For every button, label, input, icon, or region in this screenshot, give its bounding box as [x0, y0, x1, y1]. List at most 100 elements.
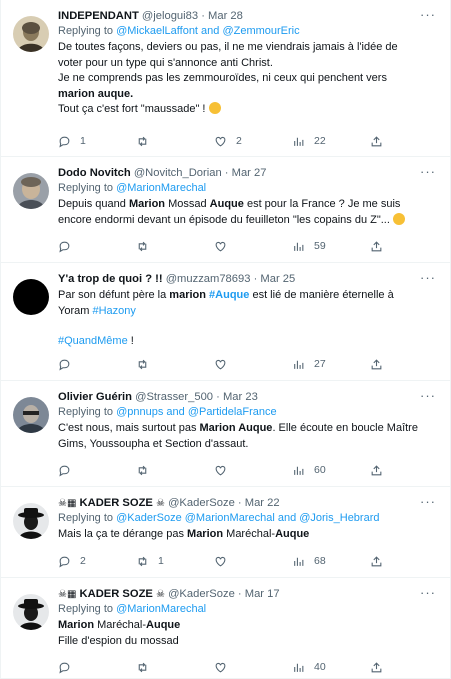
like-button[interactable]	[214, 356, 236, 372]
tweet-date[interactable]: Mar 25	[260, 273, 295, 285]
reply-link[interactable]: @KaderSoze @MarionMarechal and @Joris_He…	[116, 512, 379, 524]
text-highlight: Marion Auque	[199, 422, 273, 434]
author-name[interactable]: Y'a trop de quoi ? !!	[58, 273, 163, 285]
hashtag-link[interactable]: #Auque	[209, 289, 249, 301]
tweet[interactable]: ☠▦ KADER SOZE ☠ @KaderSoze · Mar 17 Repl…	[1, 578, 450, 679]
reply-button[interactable]	[58, 462, 80, 478]
author-handle[interactable]: @Strasser_500	[135, 391, 213, 403]
share-button[interactable]	[370, 553, 383, 569]
more-icon[interactable]: ···	[420, 8, 436, 21]
reply-icon	[59, 465, 70, 476]
share-button[interactable]	[370, 462, 383, 478]
author-handle[interactable]: @muzzam78693	[166, 273, 251, 285]
text-part: . Elle écoute en boucle Maître	[272, 422, 418, 434]
hashtag-link[interactable]: #Hazony	[92, 305, 135, 317]
reply-link[interactable]: @MarionMarechal	[116, 603, 206, 615]
more-icon[interactable]: ···	[420, 271, 436, 284]
author-handle[interactable]: @Novitch_Dorian	[134, 167, 222, 179]
action-bar: 2 1 68	[58, 553, 438, 569]
retweet-button[interactable]	[136, 356, 158, 372]
tweet-date[interactable]: Mar 27	[232, 167, 267, 179]
reply-link[interactable]: @MickaelLaffont and @ZemmourEric	[116, 25, 300, 37]
avatar[interactable]	[13, 16, 49, 52]
author-handle[interactable]: @KaderSoze	[168, 497, 235, 509]
author-handle[interactable]: @KaderSoze	[168, 588, 235, 600]
author-handle[interactable]: @jelogui83	[142, 10, 198, 22]
share-icon	[371, 358, 382, 369]
share-button[interactable]	[370, 356, 383, 372]
retweet-button[interactable]: 1	[136, 553, 164, 569]
views-count: 59	[314, 240, 326, 252]
reply-button[interactable]: 1	[58, 133, 86, 149]
text-part: est pour la France ? Je me suis	[243, 198, 401, 210]
tweet-date[interactable]: Mar 22	[245, 497, 280, 509]
like-button[interactable]	[214, 238, 236, 254]
text-line: C'est nous, mais surtout pas Marion Auqu…	[58, 421, 438, 437]
reply-link[interactable]: @pnnups and @PartidelaFrance	[116, 406, 277, 418]
like-button[interactable]: 2	[214, 133, 242, 149]
share-button[interactable]	[370, 238, 383, 254]
views-button[interactable]: 60	[292, 462, 326, 478]
avatar[interactable]	[13, 279, 49, 315]
text-line: Gims, Youssoupha et Section d'assaut.	[58, 437, 249, 450]
share-button[interactable]	[370, 133, 383, 149]
retweet-button[interactable]	[136, 238, 158, 254]
avatar[interactable]	[13, 173, 49, 209]
tweet[interactable]: Olivier Guérin @Strasser_500 · Mar 23 Re…	[1, 381, 450, 487]
like-button[interactable]	[214, 659, 236, 675]
author-name[interactable]: INDEPENDANT	[58, 10, 139, 22]
reply-button[interactable]	[58, 238, 80, 254]
share-icon	[371, 464, 382, 475]
text-line: Yoram #Hazony	[58, 304, 438, 320]
like-button[interactable]	[214, 553, 236, 569]
text-line-part: Tout ça c'est fort "maussade" !	[58, 103, 206, 115]
views-button[interactable]: 68	[292, 553, 326, 569]
views-button[interactable]: 27	[292, 356, 326, 372]
more-icon[interactable]: ···	[420, 165, 436, 178]
share-icon	[371, 135, 382, 146]
text-part: encore endormi devant un épisode du feui…	[58, 213, 390, 226]
tweet[interactable]: ☠▦ KADER SOZE ☠ @KaderSoze · Mar 22 Repl…	[1, 487, 450, 578]
heart-icon	[215, 465, 226, 475]
more-icon[interactable]: ···	[420, 495, 436, 508]
author-name[interactable]: Dodo Novitch	[58, 167, 131, 179]
more-icon[interactable]: ···	[420, 586, 436, 599]
views-button[interactable]: 40	[292, 659, 326, 675]
hashtag-link[interactable]: #QuandMême	[58, 335, 128, 347]
views-icon	[294, 137, 304, 146]
reply-button[interactable]	[58, 659, 80, 675]
like-count: 2	[236, 135, 242, 147]
tweet[interactable]: Dodo Novitch @Novitch_Dorian · Mar 27 Re…	[1, 157, 450, 263]
author-name[interactable]: KADER SOZE	[80, 588, 153, 600]
text-line: Tout ça c'est fort "maussade" !	[58, 102, 438, 118]
tweet-text: De toutes façons, deviers ou pas, il ne …	[58, 40, 438, 118]
tweet-date[interactable]: Mar 23	[223, 391, 258, 403]
tweet-date[interactable]: Mar 28	[208, 10, 243, 22]
like-button[interactable]	[214, 462, 236, 478]
reply-prefix: Replying to	[58, 25, 117, 37]
tweet[interactable]: INDEPENDANT @jelogui83 · Mar 28 Replying…	[1, 0, 450, 157]
retweet-button[interactable]	[136, 462, 158, 478]
retweet-icon	[138, 136, 147, 146]
author-name[interactable]: Olivier Guérin	[58, 391, 132, 403]
reply-button[interactable]: 2	[58, 553, 86, 569]
views-icon	[294, 466, 304, 475]
retweet-icon	[138, 241, 147, 251]
views-button[interactable]: 59	[292, 238, 326, 254]
reply-link[interactable]: @MarionMarechal	[116, 182, 206, 194]
tweet-date[interactable]: Mar 17	[245, 588, 280, 600]
separator: ·	[201, 10, 205, 22]
more-icon[interactable]: ···	[420, 389, 436, 402]
author-name[interactable]: KADER SOZE	[80, 497, 153, 509]
action-bar: 40	[58, 659, 438, 675]
reply-button[interactable]	[58, 356, 80, 372]
retweet-button[interactable]	[136, 659, 158, 675]
avatar[interactable]	[13, 397, 49, 433]
views-button[interactable]: 22	[292, 133, 326, 149]
text-part: !	[127, 335, 134, 347]
avatar[interactable]	[13, 594, 49, 630]
tweet[interactable]: Y'a trop de quoi ? !! @muzzam78693 · Mar…	[1, 263, 450, 381]
avatar[interactable]	[13, 503, 49, 539]
retweet-button[interactable]	[136, 133, 158, 149]
share-button[interactable]	[370, 659, 383, 675]
